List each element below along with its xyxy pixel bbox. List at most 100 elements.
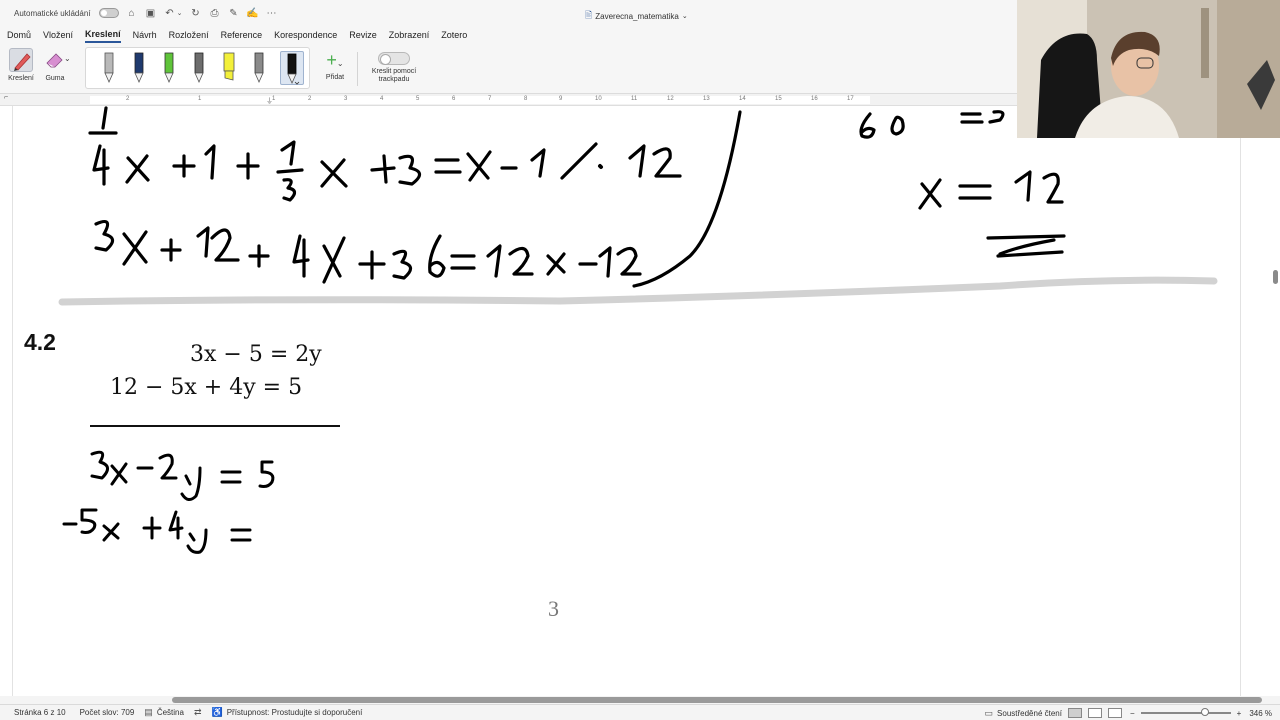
- add-pen-button[interactable]: +⌄ Přidat: [318, 50, 352, 81]
- ruler-number: 6: [452, 96, 456, 102]
- save-icon[interactable]: ▣: [145, 7, 157, 19]
- trackpad-toggle-switch[interactable]: [378, 52, 410, 65]
- ink-stroke: [986, 234, 1066, 240]
- webcam-overlay: [1017, 0, 1280, 138]
- ink-stroke: [598, 246, 612, 278]
- ruler-number: 13: [703, 96, 710, 102]
- pen-black[interactable]: [280, 51, 304, 85]
- horizontal-scrollbar[interactable]: [0, 696, 1280, 704]
- web-layout-view-button[interactable]: [1087, 708, 1102, 718]
- ink-stroke: [960, 112, 984, 124]
- pen-gray[interactable]: [250, 51, 268, 85]
- accessibility-icon[interactable]: ♿: [211, 707, 222, 718]
- language-indicator[interactable]: Čeština: [157, 708, 184, 717]
- webcam-image: [1017, 0, 1280, 138]
- print-icon[interactable]: ⎙: [209, 7, 221, 19]
- zoom-slider-knob[interactable]: [1200, 708, 1209, 716]
- ruler-number: 17: [847, 96, 854, 102]
- add-pen-label: Přidat: [325, 74, 345, 81]
- ruler-content-area: 2 1 1 2 3 4 5 6 7 8 9 10 11 12 13 14 15 …: [90, 96, 870, 104]
- tab-vlozeni[interactable]: Vložení: [43, 28, 73, 42]
- redo-icon[interactable]: ↻: [190, 7, 202, 19]
- ink-stroke: [102, 522, 120, 542]
- ink-stroke: [398, 154, 422, 186]
- ink-stroke: [632, 110, 742, 288]
- ruler-number: 2: [126, 96, 130, 102]
- ink-stroke: [392, 249, 413, 280]
- gray-separator-stroke: [58, 276, 1218, 306]
- print-layout-view-button[interactable]: [1067, 708, 1082, 718]
- pen-navy[interactable]: [130, 51, 148, 85]
- page-indicator[interactable]: Stránka 6 z 10: [14, 708, 66, 717]
- autosave-toggle[interactable]: [98, 8, 119, 18]
- zoom-in-icon[interactable]: +: [1237, 709, 1242, 718]
- track-changes-icon[interactable]: ⇄: [194, 707, 202, 718]
- tab-zobrazeni[interactable]: Zobrazení: [389, 28, 430, 42]
- trackpad-label-line2: trackpadu: [378, 76, 410, 83]
- chevron-down-icon[interactable]: ⌄: [64, 54, 71, 63]
- ink-stroke: [186, 528, 208, 554]
- horizontal-scroll-thumb[interactable]: [172, 697, 1262, 703]
- focus-mode-label[interactable]: Soustředěné čtení: [997, 709, 1062, 718]
- tab-reference[interactable]: Reference: [221, 28, 263, 42]
- pen-green[interactable]: [160, 51, 178, 85]
- ink-stroke: [280, 140, 296, 166]
- outline-view-button[interactable]: [1107, 708, 1122, 718]
- tab-zotero[interactable]: Zotero: [441, 28, 467, 42]
- ink-stroke: [125, 154, 150, 184]
- document-canvas[interactable]: 4.2 3x − 5 = 2y 12 − 5x + 4y = 5 3: [0, 106, 1280, 698]
- ink-stroke: [320, 158, 348, 188]
- tab-domu[interactable]: Domů: [7, 28, 31, 42]
- ink-stroke: [230, 528, 252, 542]
- ink-stroke: [958, 184, 992, 200]
- tab-navrh[interactable]: Návrh: [133, 28, 157, 42]
- pen-gray-pencil[interactable]: [100, 51, 118, 85]
- zoom-slider[interactable]: [1140, 708, 1231, 716]
- zoom-level[interactable]: 346 %: [1249, 709, 1272, 718]
- vertical-scroll-thumb[interactable]: [1273, 270, 1278, 284]
- ink-stroke: [616, 246, 642, 276]
- tab-stop-icon[interactable]: ⌐: [4, 94, 8, 101]
- handwriting-ink-layer: [58, 106, 1218, 554]
- draw-tool-button[interactable]: Kreslení: [4, 48, 38, 82]
- draw-tool-label: Kreslení: [8, 75, 34, 82]
- ink-stroke: [172, 154, 196, 178]
- ink-stroke: [276, 168, 304, 174]
- document-title[interactable]: 🖹 Zaverecna_matematika ⌄: [585, 8, 688, 24]
- draw-icon[interactable]: ✍: [246, 7, 258, 19]
- document-icon: 🖹: [585, 10, 593, 20]
- tab-revize[interactable]: Revize: [349, 28, 377, 42]
- pencil-icon: [9, 48, 33, 72]
- ruler-number: 11: [631, 96, 638, 102]
- trackpad-draw-toggle[interactable]: Kreslit pomocí trackpadu: [364, 52, 424, 84]
- vertical-scrollbar[interactable]: [1270, 106, 1280, 698]
- chevron-down-icon[interactable]: ⌄: [177, 7, 183, 19]
- draw-icon[interactable]: ✎: [228, 7, 240, 19]
- zoom-out-icon[interactable]: −: [1130, 709, 1135, 718]
- tab-kresleni[interactable]: Kreslení: [85, 27, 121, 43]
- ink-stroke: [196, 226, 210, 258]
- proofing-icon[interactable]: ▤: [144, 707, 153, 718]
- highlighter-yellow[interactable]: [220, 51, 238, 85]
- ruler-number: 7: [488, 96, 492, 102]
- tab-korespondence[interactable]: Korespondence: [274, 28, 337, 42]
- accessibility-status[interactable]: Přístupnost: Prostudujte si doporučení: [227, 708, 363, 717]
- ink-stroke: [220, 470, 242, 484]
- eraser-tool-label: Guma: [45, 75, 65, 82]
- pen-dark-pencil[interactable]: [190, 51, 208, 85]
- more-icon[interactable]: ⋯: [266, 7, 278, 19]
- trackpad-label-line1: Kreslit pomocí: [371, 68, 417, 75]
- document-title-text: Zaverecna_matematika: [595, 11, 679, 21]
- indent-marker-icon[interactable]: ⏚: [266, 96, 273, 106]
- ink-stroke: [122, 230, 148, 266]
- home-icon[interactable]: ⌂: [126, 7, 138, 19]
- undo-icon[interactable]: ↶: [164, 7, 176, 19]
- focus-icon[interactable]: ▭: [985, 708, 994, 719]
- ink-stroke: [322, 236, 346, 284]
- ink-stroke: [450, 254, 476, 270]
- ink-stroke: [142, 516, 162, 540]
- ink-stroke: [988, 110, 1005, 124]
- word-count[interactable]: Počet slov: 709: [80, 708, 135, 717]
- tab-rozlozeni[interactable]: Rozložení: [169, 28, 209, 42]
- ink-stroke: [546, 252, 566, 276]
